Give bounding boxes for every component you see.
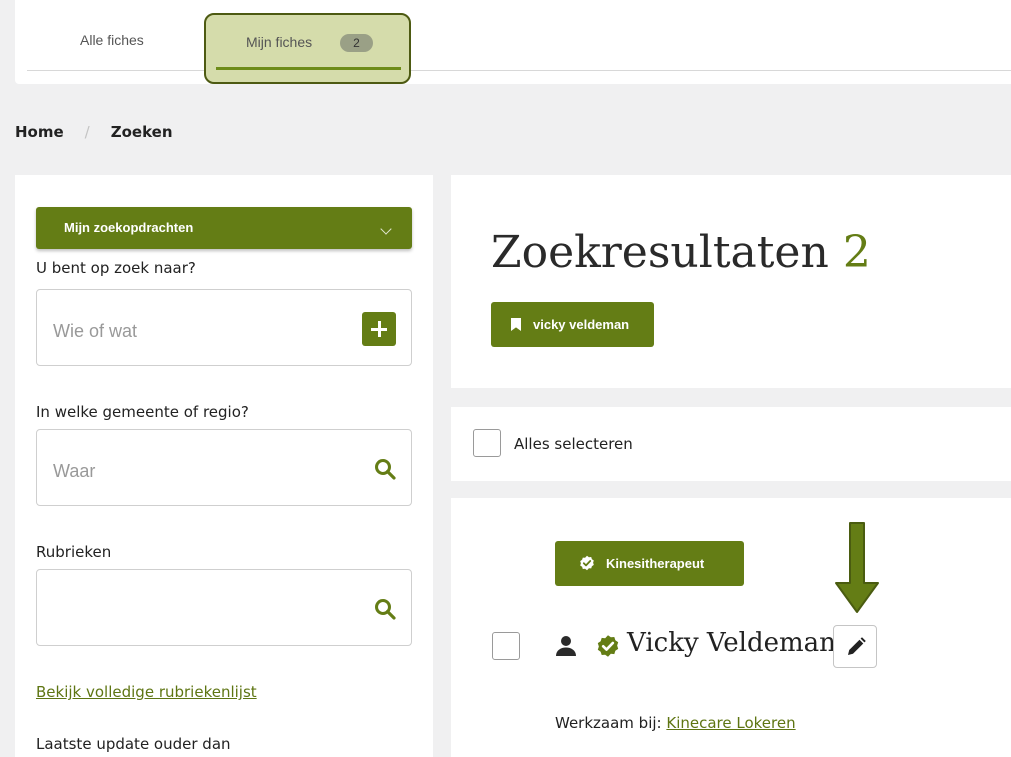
tab-count-badge: 2 bbox=[340, 34, 373, 52]
works-at-link[interactable]: Kinecare Lokeren bbox=[666, 714, 795, 732]
fiche-tabs-bar bbox=[15, 0, 1011, 84]
result-name[interactable]: Vicky Veldeman bbox=[627, 628, 836, 658]
verified-badge-icon bbox=[597, 635, 619, 657]
what-input[interactable]: Wie of wat bbox=[36, 289, 412, 366]
breadcrumb-current: Zoeken bbox=[110, 123, 173, 141]
tab-my-fiches-label: Mijn fiches bbox=[246, 34, 313, 50]
search-sidebar: Mijn zoekopdrachten U bent op zoek naar?… bbox=[15, 175, 433, 757]
select-all-bar: Alles selecteren bbox=[451, 407, 1011, 481]
my-searches-label: Mijn zoekopdrachten bbox=[64, 220, 194, 235]
result-select-checkbox[interactable] bbox=[492, 632, 520, 660]
search-icon[interactable] bbox=[374, 458, 396, 480]
where-placeholder: Waar bbox=[53, 461, 96, 481]
what-placeholder: Wie of wat bbox=[53, 321, 138, 341]
results-header: Zoekresultaten 2 vicky veldeman bbox=[451, 175, 1011, 388]
pencil-icon bbox=[848, 637, 866, 655]
my-searches-dropdown[interactable]: Mijn zoekopdrachten bbox=[36, 207, 412, 249]
verified-badge-icon bbox=[580, 555, 594, 571]
tab-all-fiches[interactable]: Alle fiches bbox=[80, 32, 144, 48]
tabs-divider bbox=[27, 70, 1011, 71]
saved-search-label: vicky veldeman bbox=[533, 317, 630, 332]
results-title-text: Zoekresultaten bbox=[491, 227, 829, 278]
where-label: In welke gemeente of regio? bbox=[36, 403, 249, 421]
search-icon[interactable] bbox=[374, 598, 396, 620]
categories-input[interactable] bbox=[36, 569, 412, 646]
down-arrow-icon bbox=[835, 522, 879, 613]
what-label: U bent op zoek naar? bbox=[36, 259, 196, 277]
edit-button[interactable] bbox=[833, 625, 877, 668]
results-count: 2 bbox=[842, 227, 871, 278]
full-category-list-link[interactable]: Bekijk volledige rubriekenlijst bbox=[36, 683, 257, 701]
categories-label: Rubrieken bbox=[36, 543, 112, 561]
result-card: Kinesitherapeut Vicky Veldeman Werkzaam … bbox=[451, 498, 1011, 757]
breadcrumb: Home / Zoeken bbox=[15, 123, 173, 141]
category-badge: Kinesitherapeut bbox=[555, 541, 744, 586]
bookmark-icon bbox=[511, 318, 521, 331]
plus-icon[interactable] bbox=[362, 312, 396, 346]
active-tab-indicator bbox=[216, 67, 401, 70]
works-at: Werkzaam bij: Kinecare Lokeren bbox=[555, 714, 796, 732]
tab-my-fiches[interactable]: Mijn fiches 2 bbox=[204, 13, 411, 84]
page-title: Zoekresultaten 2 bbox=[491, 227, 871, 278]
select-all-label[interactable]: Alles selecteren bbox=[514, 435, 633, 453]
chevron-down-icon bbox=[380, 223, 392, 235]
select-all-checkbox[interactable] bbox=[473, 429, 501, 457]
where-input[interactable]: Waar bbox=[36, 429, 412, 506]
category-badge-label: Kinesitherapeut bbox=[606, 556, 705, 571]
person-icon bbox=[556, 636, 576, 656]
breadcrumb-home[interactable]: Home bbox=[15, 123, 64, 141]
saved-search-button[interactable]: vicky veldeman bbox=[491, 302, 654, 347]
works-at-label: Werkzaam bij: bbox=[555, 714, 662, 732]
breadcrumb-separator: / bbox=[84, 123, 90, 141]
last-update-label: Laatste update ouder dan bbox=[36, 735, 231, 753]
